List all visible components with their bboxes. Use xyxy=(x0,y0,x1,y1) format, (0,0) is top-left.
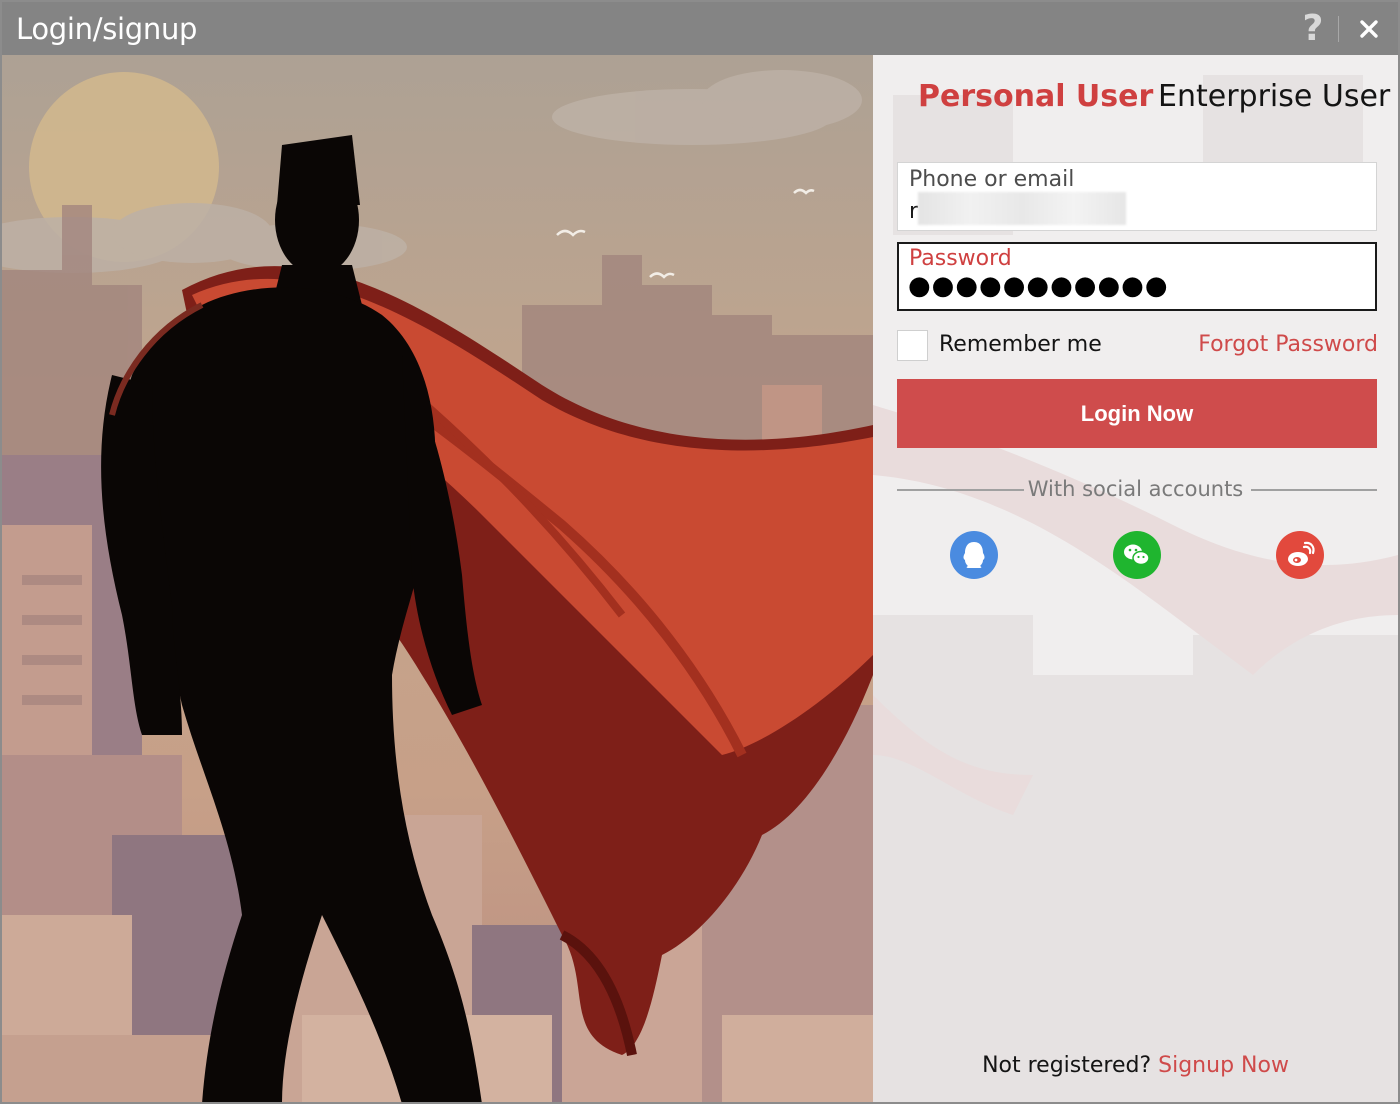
weibo-login-button[interactable] xyxy=(1276,531,1324,579)
password-label: Password xyxy=(909,246,1012,271)
phone-or-email-value[interactable]: r xyxy=(909,199,918,224)
login-window: Login/signup ? Personal User Enterprise … xyxy=(0,0,1400,1104)
titlebar-divider xyxy=(1338,16,1339,42)
qq-login-button[interactable] xyxy=(950,531,998,579)
password-value[interactable]: ●●●●●●●●●●● xyxy=(908,271,1169,301)
phone-or-email-label: Phone or email xyxy=(909,167,1075,192)
tab-personal-user[interactable]: Personal User xyxy=(918,79,1153,114)
forgot-password-link[interactable]: Forgot Password xyxy=(1198,332,1378,357)
wechat-icon xyxy=(1124,544,1150,566)
remember-me-checkbox[interactable] xyxy=(897,330,928,361)
password-field[interactable]: Password ●●●●●●●●●●● xyxy=(897,242,1377,311)
signup-prompt: Not registered? Signup Now xyxy=(873,1053,1398,1078)
weibo-icon xyxy=(1288,541,1315,566)
wechat-login-button[interactable] xyxy=(1113,531,1161,579)
hero-illustration xyxy=(2,55,873,1102)
social-divider-right xyxy=(1251,489,1377,491)
login-panel: Personal User Enterprise User Phone or e… xyxy=(873,55,1398,1102)
redacted-value-mask xyxy=(918,192,1126,225)
phone-or-email-field[interactable]: Phone or email r xyxy=(897,162,1377,231)
not-registered-text: Not registered? xyxy=(982,1053,1152,1078)
qq-icon xyxy=(963,542,985,568)
close-icon[interactable] xyxy=(1354,10,1384,48)
title-bar: Login/signup ? xyxy=(2,2,1398,55)
remember-me-label[interactable]: Remember me xyxy=(939,332,1102,357)
login-now-button[interactable]: Login Now xyxy=(897,379,1377,448)
signup-now-link[interactable]: Signup Now xyxy=(1158,1053,1289,1078)
question-mark-icon[interactable]: ? xyxy=(1298,8,1328,50)
superhero-city-scene xyxy=(2,55,873,1102)
tab-enterprise-user[interactable]: Enterprise User xyxy=(1158,79,1390,114)
window-title: Login/signup xyxy=(16,12,198,46)
